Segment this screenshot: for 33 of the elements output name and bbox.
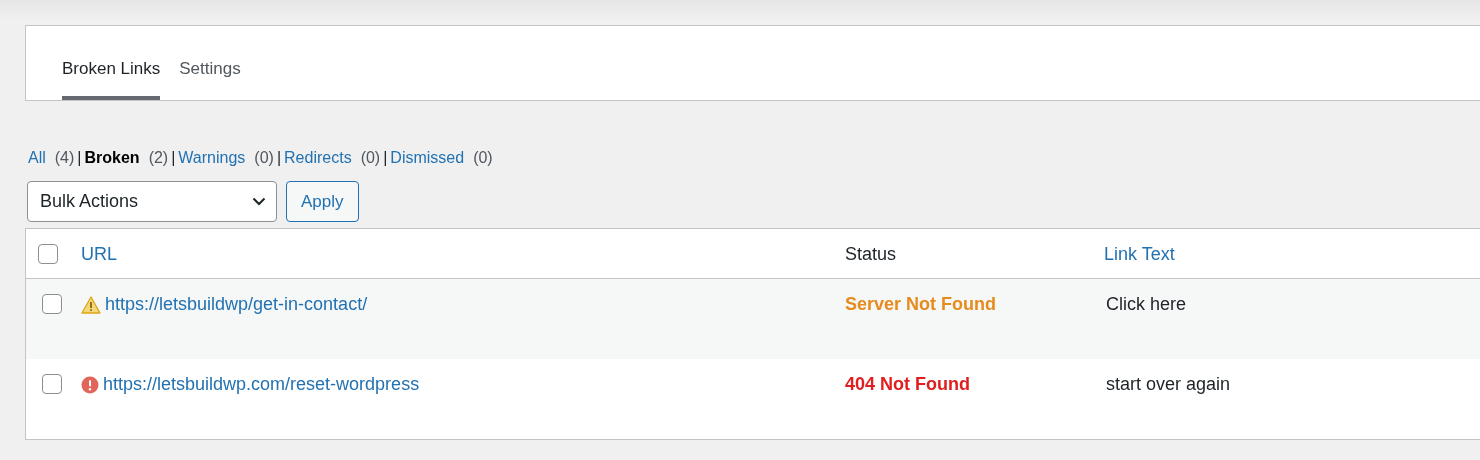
filter-count: (0) — [254, 149, 274, 167]
filter-link[interactable]: All — [28, 149, 46, 167]
status-text: Server Not Found — [845, 294, 996, 315]
row-checkbox[interactable] — [42, 294, 62, 314]
filter-count: (2) — [148, 149, 169, 167]
filter-link[interactable]: Dismissed — [390, 149, 465, 167]
filter-count: (0) — [360, 149, 381, 167]
tab[interactable]: Broken Links — [62, 59, 161, 100]
column-header[interactable]: URL — [81, 244, 117, 265]
separator: | — [77, 149, 82, 167]
separator: | — [171, 149, 176, 167]
url-link[interactable]: https://letsbuildwp.com/reset-wordpress — [103, 374, 420, 395]
filter-count: (4) — [54, 149, 75, 167]
separator: | — [276, 149, 282, 167]
apply-button[interactable]: Apply — [286, 181, 359, 222]
status-text: 404 Not Found — [845, 374, 970, 395]
filter-count: (0) — [473, 149, 493, 167]
filter-link[interactable]: Broken — [84, 149, 140, 167]
column-header: Status — [845, 244, 897, 265]
error-icon — [81, 375, 99, 394]
select-all-checkbox[interactable] — [38, 244, 58, 264]
filter-link[interactable]: Warnings — [178, 149, 246, 167]
warning-icon — [81, 295, 101, 314]
separator: | — [383, 149, 388, 167]
chevron-down-icon — [252, 197, 266, 206]
row-checkbox[interactable] — [42, 374, 62, 394]
link-text: Click here — [1106, 294, 1187, 315]
tab[interactable]: Settings — [179, 59, 241, 100]
link-text: start over again — [1106, 374, 1231, 395]
column-header[interactable]: Link Text — [1104, 244, 1175, 265]
filter-link[interactable]: Redirects — [284, 149, 352, 167]
url-link[interactable]: https://letsbuildwp/get-in-contact/ — [105, 294, 368, 315]
bulk-actions-select[interactable]: Bulk Actions — [27, 181, 277, 222]
